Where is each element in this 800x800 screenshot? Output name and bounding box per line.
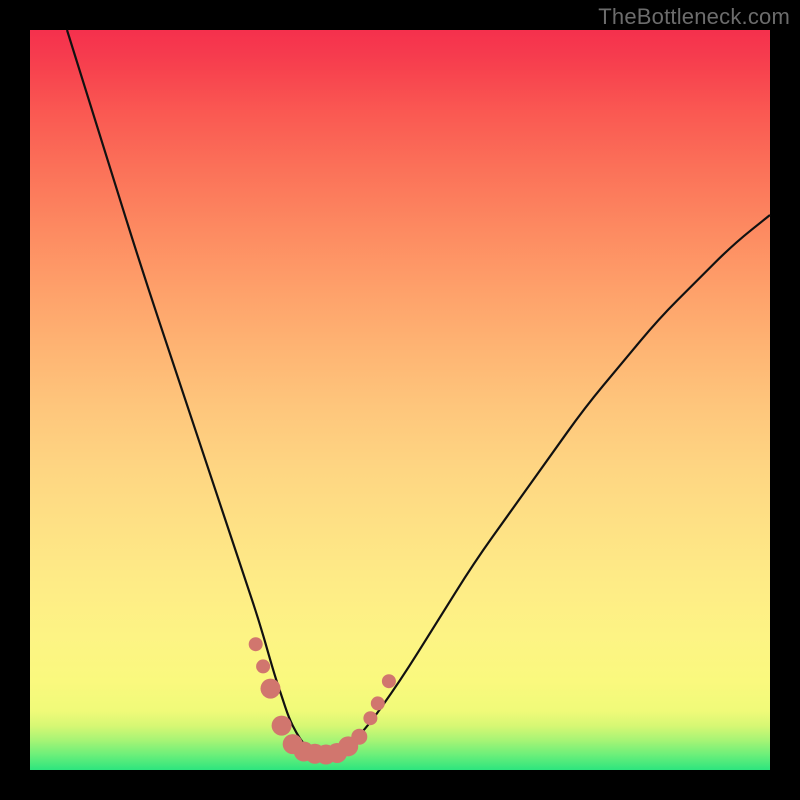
- curve-marker: [382, 674, 396, 688]
- marker-group: [249, 637, 396, 764]
- watermark-text: TheBottleneck.com: [598, 4, 790, 30]
- curve-marker: [363, 711, 377, 725]
- chart-svg: [30, 30, 770, 770]
- curve-marker: [371, 696, 385, 710]
- chart-frame: TheBottleneck.com: [0, 0, 800, 800]
- chart-plot-area: [30, 30, 770, 770]
- bottleneck-curve: [67, 30, 770, 754]
- curve-marker: [351, 729, 367, 745]
- curve-marker: [261, 679, 281, 699]
- curve-marker: [272, 716, 292, 736]
- curve-marker: [256, 659, 270, 673]
- curve-marker: [249, 637, 263, 651]
